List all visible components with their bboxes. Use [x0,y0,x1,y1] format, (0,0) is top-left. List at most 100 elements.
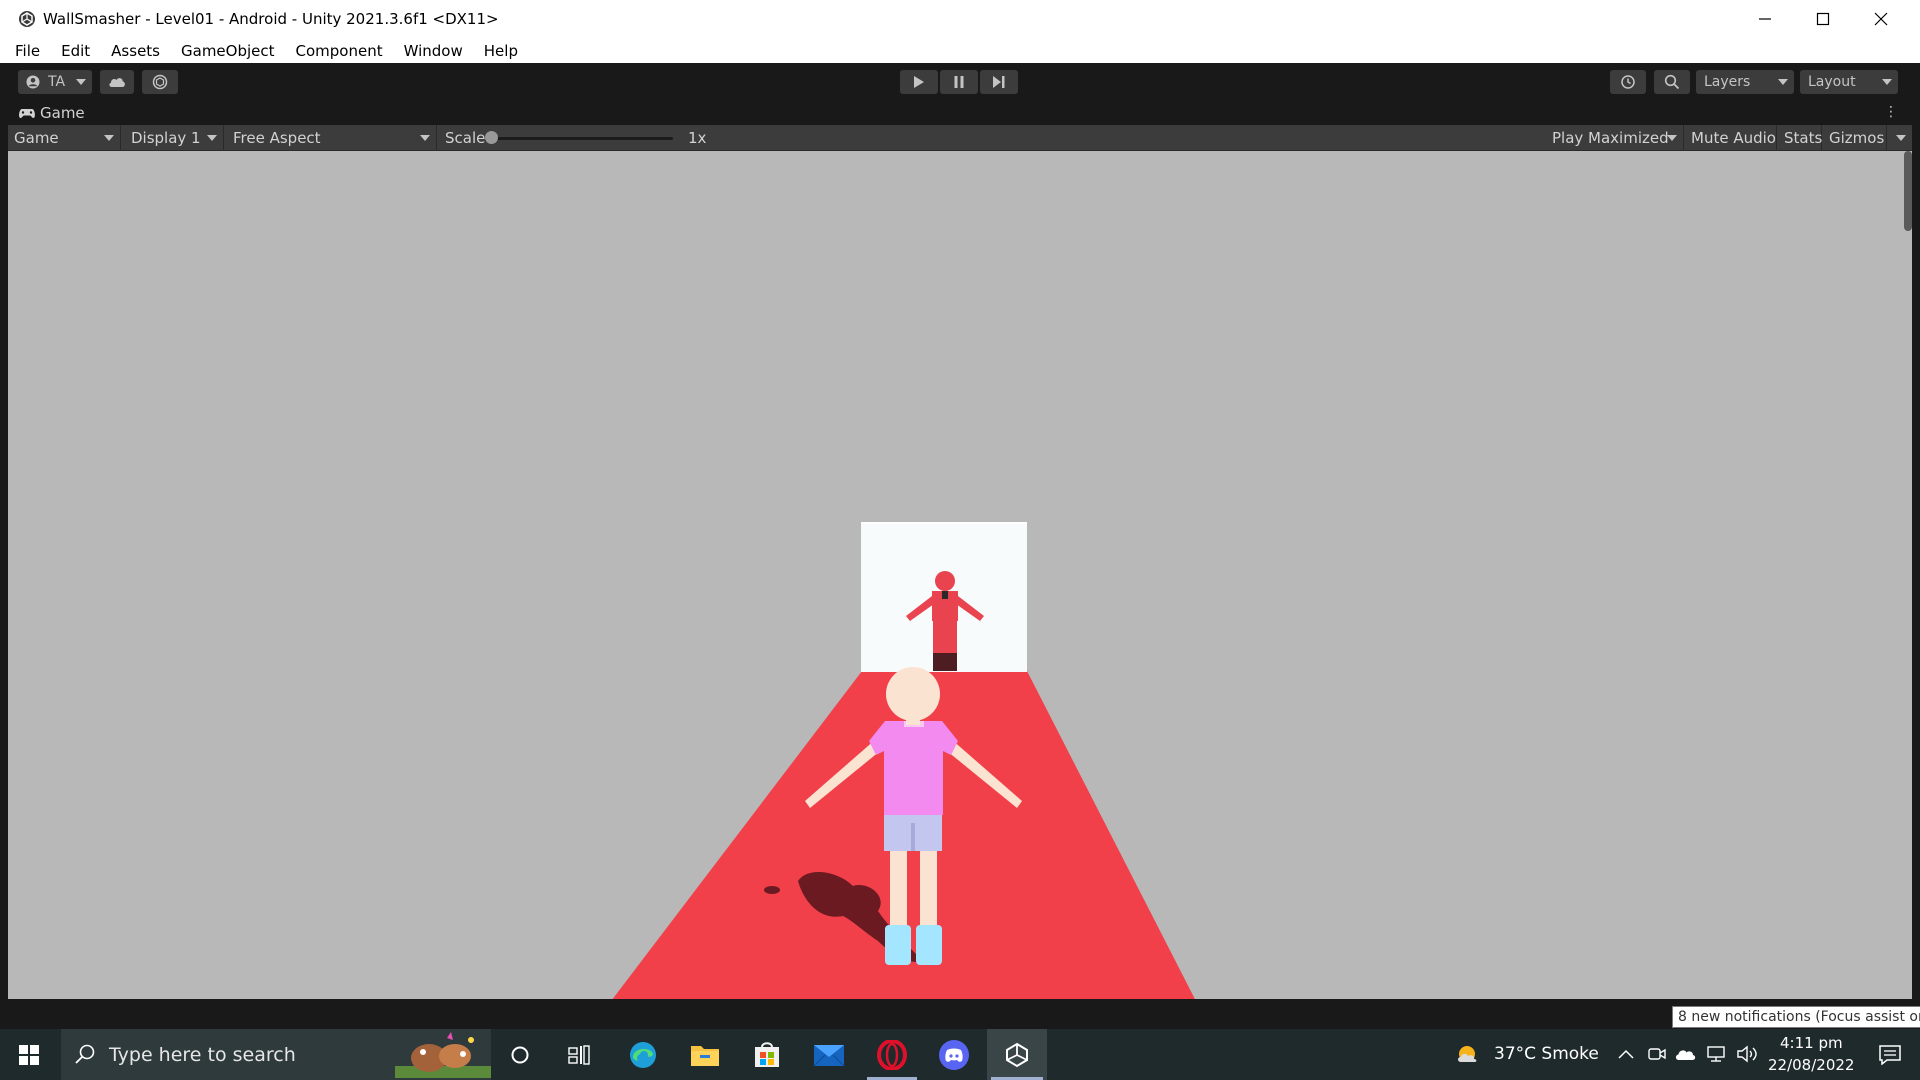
mute-audio-toggle[interactable]: Mute Audio [1685,125,1777,151]
store-button[interactable] [738,1029,796,1080]
cortana-button[interactable] [491,1029,549,1080]
search-placeholder: Type here to search [109,1044,296,1066]
search-highlight-illustration-icon [395,1032,491,1078]
shadow-spot [764,886,780,894]
game-render [8,151,1912,1009]
scale-slider-handle[interactable] [485,131,498,144]
step-button[interactable] [980,70,1018,94]
play-button[interactable] [900,70,938,94]
chevron-down-icon [104,135,114,141]
unity-icon [1006,1042,1028,1067]
account-icon [26,75,40,89]
opera-icon [877,1039,907,1070]
notification-center-icon [1879,1044,1901,1065]
minimize-button[interactable] [1736,0,1794,38]
discord-icon [939,1039,969,1070]
play-maximized-dropdown[interactable]: Play Maximized [1546,125,1684,151]
chevron-down-icon [1667,135,1677,141]
layout-dropdown[interactable]: Layout [1800,70,1898,94]
history-button[interactable] [1610,70,1646,94]
search-icon [1664,74,1680,90]
play-maximized-label: Play Maximized [1552,129,1669,147]
file-explorer-icon [691,1045,719,1066]
clock-date[interactable]: 22/08/2022 [1768,1056,1854,1074]
search-button[interactable] [1654,70,1690,94]
menu-component[interactable]: Component [296,42,383,60]
right-shoe [916,925,942,965]
menu-help[interactable]: Help [484,42,518,60]
task-view-button[interactable] [550,1029,608,1080]
file-explorer-button[interactable] [676,1029,734,1080]
aspect-dropdown[interactable]: Free Aspect [227,125,437,151]
edge-button[interactable] [614,1029,672,1080]
unity-taskbar-button[interactable] [987,1029,1047,1080]
close-button[interactable] [1852,0,1910,38]
history-icon [1621,75,1635,89]
wall-top-edge [861,522,1027,524]
chevron-down-icon [76,79,86,85]
mail-button[interactable] [800,1029,858,1080]
clock-time[interactable]: 4:11 pm [1780,1034,1843,1052]
vertical-scrollbar[interactable] [1904,151,1912,231]
search-icon [75,1044,95,1064]
play-icon [914,76,924,88]
layout-label: Layout [1808,74,1856,90]
main-toolbar: TA Layers Layout [0,63,1920,101]
weather-text[interactable]: 37°C Smoke [1494,1044,1599,1064]
weather-icon [1458,1046,1477,1062]
menu-window[interactable]: Window [404,42,463,60]
maximize-icon [1816,12,1830,26]
more-options-icon[interactable]: ⋮ [1884,104,1898,120]
gizmos-dropdown[interactable] [1888,125,1912,151]
cloud-button[interactable] [100,70,134,94]
menu-assets[interactable]: Assets [111,42,160,60]
menu-bar: File Edit Assets GameObject Component Wi… [0,38,1920,63]
pause-button[interactable] [940,70,978,94]
notification-tooltip: 8 new notifications (Focus assist on) [1672,1006,1920,1028]
opera-button[interactable] [863,1029,921,1080]
collab-icon [152,74,168,90]
layers-label: Layers [1704,74,1751,90]
tab-game-label: Game [40,104,85,122]
show-hidden-icons-icon[interactable] [1618,1049,1634,1059]
discord-button[interactable] [925,1029,983,1080]
menu-gameobject[interactable]: GameObject [181,42,275,60]
onedrive-icon[interactable] [1674,1047,1696,1061]
store-icon [755,1041,779,1067]
taskbar-search-box[interactable]: Type here to search [61,1029,491,1080]
head [886,667,940,721]
account-label: TA [48,74,66,90]
window-title: WallSmasher - Level01 - Android - Unity … [43,10,499,28]
display-label: Display 1 [131,129,201,147]
meet-now-icon[interactable] [1648,1046,1666,1062]
menu-file[interactable]: File [15,42,40,60]
viewport-bottom-strip [8,999,1912,1009]
layers-dropdown[interactable]: Layers [1696,70,1794,94]
window-title-bar[interactable]: WallSmasher - Level01 - Android - Unity … [0,0,1920,38]
action-center-button[interactable] [1860,1029,1920,1080]
edge-icon [630,1041,656,1068]
scale-value: 1x [682,125,722,151]
collab-button[interactable] [142,70,178,94]
chevron-down-icon [420,135,430,141]
menu-edit[interactable]: Edit [61,42,90,60]
gizmos-toggle[interactable]: Gizmos [1823,125,1887,151]
tab-game[interactable]: Game [18,104,85,122]
stats-label: Stats [1784,129,1823,147]
step-icon [993,76,1005,88]
game-view-dropdown[interactable]: Game [8,125,121,151]
display-dropdown[interactable]: Display 1 [125,125,224,151]
task-view-icon [568,1044,590,1065]
chevron-down-icon [1896,135,1906,141]
cortana-icon [511,1046,529,1063]
stats-toggle[interactable]: Stats [1778,125,1822,151]
close-icon [1874,12,1888,26]
volume-icon[interactable] [1736,1045,1758,1063]
account-dropdown[interactable]: TA [18,70,92,94]
pause-icon [954,76,964,88]
start-button[interactable] [0,1029,58,1080]
maximize-button[interactable] [1794,0,1852,38]
scale-slider-track[interactable] [493,137,673,140]
network-icon[interactable] [1706,1045,1726,1063]
game-viewport[interactable] [8,151,1912,1009]
